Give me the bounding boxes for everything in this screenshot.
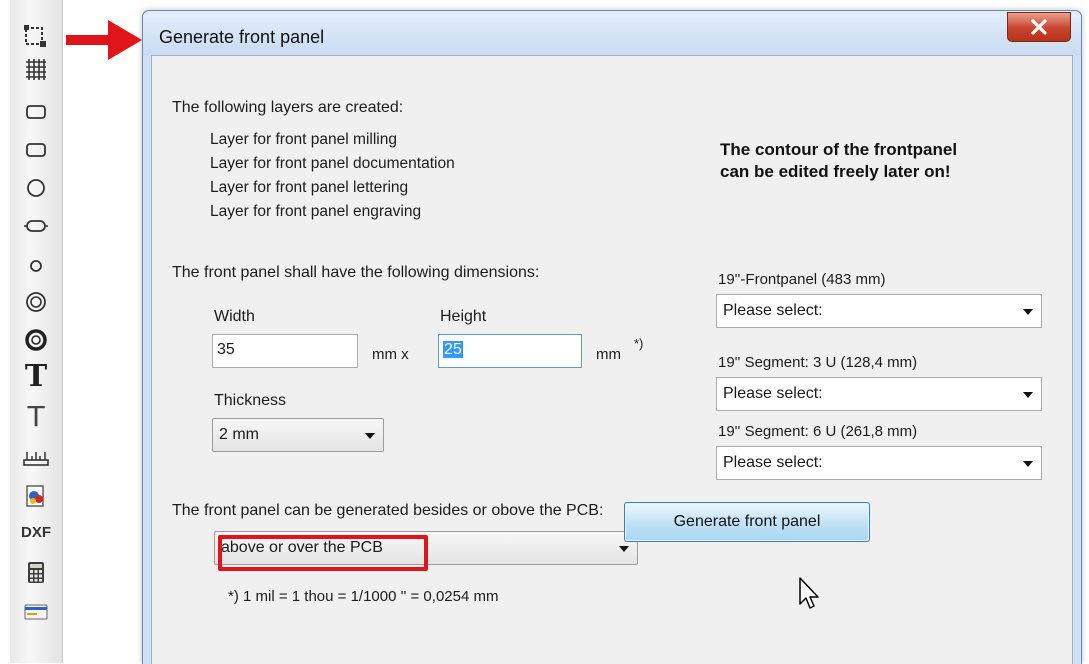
generate-front-panel-dialog: Generate front panel The following layer… (142, 10, 1082, 664)
width-input[interactable]: 35 (212, 334, 358, 368)
frame-select-icon[interactable] (10, 18, 62, 54)
position-select[interactable]: above or over the PCB (214, 531, 638, 565)
position-heading: The front panel can be generated besides… (172, 502, 604, 519)
height-input[interactable]: 25 (438, 334, 582, 368)
segment-3u-label: 19'' Segment: 3 U (128,4 mm) (718, 354, 918, 371)
close-button[interactable] (1007, 12, 1071, 42)
contour-note: The contour of the frontpanel can be edi… (720, 139, 957, 183)
ruler-icon[interactable] (10, 440, 62, 476)
rounded-rect-2-icon[interactable] (10, 132, 62, 168)
footnote-marker: *) (634, 336, 644, 351)
small-circle-icon[interactable] (10, 248, 62, 284)
card-icon[interactable] (10, 594, 62, 630)
unit-mm-label: mm (596, 346, 621, 363)
rack-19-select[interactable]: Please select: (716, 294, 1042, 328)
generate-front-panel-button[interactable]: Generate front panel (624, 502, 870, 542)
ring-icon[interactable] (10, 284, 62, 320)
grid-icon[interactable] (10, 52, 62, 88)
unit-x-label: mm x (372, 346, 409, 363)
chevron-down-icon (1023, 309, 1033, 315)
width-label: Width (214, 308, 255, 325)
dimensions-heading: The front panel shall have the following… (172, 264, 540, 281)
segment-6u-select[interactable]: Please select: (716, 446, 1042, 480)
mouse-cursor-icon (799, 577, 819, 609)
list-item: Layer for front panel lettering (210, 179, 409, 196)
dialog-title: Generate front panel (159, 27, 325, 47)
dialog-body: The following layers are created: Layer … (151, 55, 1073, 664)
rack-19-label: 19''-Frontpanel (483 mm) (718, 271, 886, 288)
chevron-down-icon (619, 546, 629, 552)
chevron-down-icon (365, 433, 375, 439)
thickness-select[interactable]: 2 mm (212, 418, 384, 452)
segment-3u-select[interactable]: Please select: (716, 377, 1042, 411)
calculator-icon[interactable] (10, 554, 62, 590)
thickness-label: Thickness (214, 392, 287, 409)
layers-list: Layer for front panel milling Layer for … (210, 128, 455, 224)
text-bold-icon[interactable]: T (10, 358, 62, 394)
contour-note-line: The contour of the frontpanel (720, 140, 958, 159)
list-item: Layer for front panel engraving (210, 203, 422, 220)
thick-ring-icon[interactable] (10, 322, 62, 358)
rounded-rect-icon[interactable] (10, 94, 62, 130)
tool-palette: T T DXF (10, 0, 63, 663)
text-thin-icon[interactable]: T (10, 398, 62, 434)
close-icon (1031, 19, 1047, 35)
circle-icon[interactable] (10, 170, 62, 206)
layers-heading: The following layers are created: (172, 99, 404, 116)
image-import-icon[interactable] (10, 478, 62, 514)
chevron-down-icon (1023, 461, 1033, 467)
dxf-import-icon[interactable]: DXF (10, 514, 62, 550)
contour-note-line: can be edited freely later on! (720, 162, 951, 181)
red-arrow-icon (66, 20, 142, 60)
segment-6u-label: 19'' Segment: 6 U (261,8 mm) (718, 423, 918, 440)
selected-text: 25 (443, 341, 463, 358)
footnote-text: *) 1 mil = 1 thou = 1/1000 '' = 0,0254 m… (228, 588, 499, 605)
list-item: Layer for front panel milling (210, 131, 397, 148)
list-item: Layer for front panel documentation (210, 155, 455, 172)
title-bar: Generate front panel (143, 11, 1081, 55)
chevron-down-icon (1023, 392, 1033, 398)
oval-pad-icon[interactable] (10, 208, 62, 244)
height-label: Height (440, 308, 487, 325)
